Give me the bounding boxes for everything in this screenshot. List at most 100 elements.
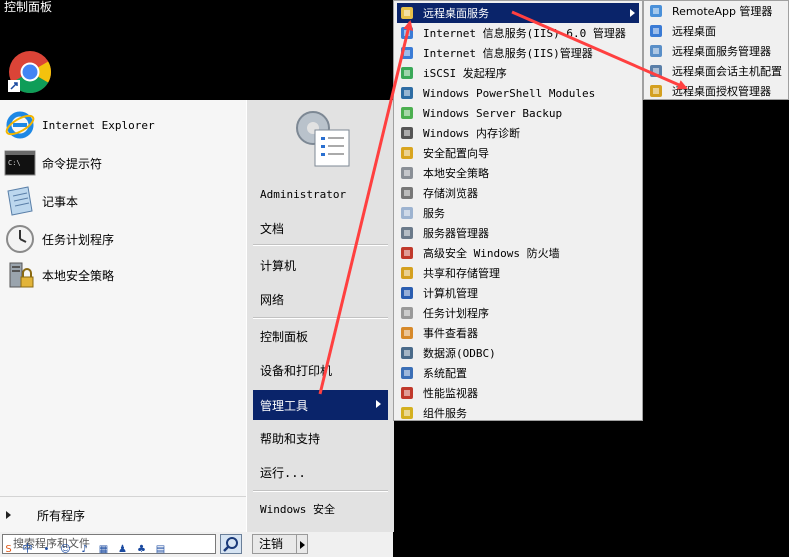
pinned-notepad[interactable]: 记事本: [4, 184, 242, 218]
computer-management-icon: [399, 285, 415, 301]
admin-tools-icon: [291, 104, 355, 168]
ime-skin-icon[interactable]: ♣: [135, 544, 148, 556]
pinned-item-label: 任务计划程序: [42, 232, 115, 247]
rds-item[interactable]: 远程桌面授权管理器: [646, 81, 786, 101]
computer-item[interactable]: 计算机: [253, 251, 388, 279]
admin-tool-label: Windows Server Backup: [423, 106, 563, 120]
ime-tools-icon[interactable]: ▤: [154, 544, 167, 556]
admin-tool-item[interactable]: 共享和存储管理: [397, 263, 639, 283]
admin-tool-label: Internet 信息服务(IIS) 6.0 管理器: [423, 27, 626, 40]
chrome-icon[interactable]: [8, 50, 52, 94]
admin-tool-label: 系统配置: [423, 367, 467, 380]
rds-submenu: RemoteApp 管理器 远程桌面远程桌面服务管理器远程桌面会话主机配置 远程桌面…: [643, 0, 789, 100]
component-services-icon: [399, 405, 415, 421]
admin-tools-label: 管理工具: [260, 398, 309, 413]
rds-item-label: 远程桌面服务管理器: [672, 45, 771, 58]
windows-security-item[interactable]: Windows 安全: [253, 495, 388, 523]
local-security-policy-icon: [399, 165, 415, 181]
admin-tool-item[interactable]: 安全配置向导: [397, 143, 639, 163]
network-item[interactable]: 网络: [253, 285, 388, 313]
rds-item[interactable]: 远程桌面服务管理器: [646, 41, 786, 61]
ime-toolbar: S 中 • ☺ ♪ ▦ ♟ ♣ ▤: [0, 543, 198, 557]
admin-tool-item[interactable]: 远程桌面服务: [397, 3, 639, 23]
admin-tool-label: 组件服务: [423, 407, 467, 420]
iis-icon: [399, 25, 415, 41]
rds-item[interactable]: 远程桌面: [646, 21, 786, 41]
command-prompt-icon: C:\: [4, 147, 36, 179]
admin-tools-item[interactable]: 管理工具: [253, 390, 388, 420]
help-support-item[interactable]: 帮助和支持: [253, 424, 388, 452]
admin-tool-item[interactable]: 服务: [397, 203, 639, 223]
licensing-icon: [648, 83, 664, 99]
arrow-right-icon: [6, 511, 11, 519]
pinned-internet-explorer[interactable]: Internet Explorer: [4, 108, 242, 142]
devices-printers-item[interactable]: 设备和打印机: [253, 356, 388, 384]
user-name-item[interactable]: Administrator: [253, 180, 388, 208]
all-programs-label: 所有程序: [37, 508, 86, 523]
shutdown-options-button[interactable]: [296, 534, 308, 554]
admin-tool-label: 数据源(ODBC): [423, 347, 496, 360]
admin-tool-item[interactable]: 存储浏览器: [397, 183, 639, 203]
storage-icon: [399, 185, 415, 201]
rds-item-label: RemoteApp 管理器: [672, 5, 773, 18]
control-panel-item[interactable]: 控制面板: [253, 322, 388, 350]
run-item[interactable]: 运行...: [253, 458, 388, 486]
documents-item[interactable]: 文档: [253, 214, 388, 242]
pinned-task-scheduler[interactable]: 任务计划程序: [4, 222, 242, 256]
admin-tool-label: Windows 内存诊断: [423, 127, 520, 140]
admin-tool-item[interactable]: 数据源(ODBC): [397, 343, 639, 363]
admin-tool-item[interactable]: 服务器管理器: [397, 223, 639, 243]
pinned-command-prompt[interactable]: C:\ 命令提示符: [4, 146, 242, 180]
separator: [253, 244, 388, 246]
admin-tool-item[interactable]: 事件查看器: [397, 323, 639, 343]
desktop-title: 控制面板: [4, 0, 53, 14]
rds-item-label: 远程桌面: [672, 25, 716, 38]
admin-tool-item[interactable]: 组件服务: [397, 403, 639, 423]
pinned-item-label: Internet Explorer: [42, 118, 155, 132]
admin-tool-item[interactable]: Windows 内存诊断: [397, 123, 639, 143]
admin-tool-label: 性能监视器: [423, 387, 478, 400]
system-config-icon: [399, 365, 415, 381]
pinned-local-security-policy[interactable]: 本地安全策略: [4, 258, 242, 292]
all-programs-button[interactable]: 所有程序: [0, 496, 246, 533]
ime-keyboard-icon[interactable]: ▦: [97, 544, 110, 556]
rds-manager-icon: [648, 43, 664, 59]
admin-tool-item[interactable]: Internet 信息服务(IIS) 6.0 管理器: [397, 23, 639, 43]
rds-item[interactable]: 远程桌面会话主机配置: [646, 61, 786, 81]
admin-tool-item[interactable]: 性能监视器: [397, 383, 639, 403]
ime-logo-icon[interactable]: S: [2, 544, 15, 556]
admin-tool-label: 服务器管理器: [423, 227, 489, 240]
rds-item[interactable]: RemoteApp 管理器: [646, 1, 786, 21]
search-button[interactable]: [220, 534, 242, 554]
pinned-item-label: 命令提示符: [42, 156, 103, 171]
ime-emoji-icon[interactable]: ☺: [59, 544, 72, 556]
share-icon: [399, 265, 415, 281]
ime-user-icon[interactable]: ♟: [116, 544, 129, 556]
ime-chinese-icon[interactable]: 中: [21, 544, 34, 556]
admin-tool-item[interactable]: 高级安全 Windows 防火墙: [397, 243, 639, 263]
admin-tool-label: 存储浏览器: [423, 187, 478, 200]
admin-tool-item[interactable]: Windows PowerShell Modules: [397, 83, 639, 103]
pinned-item-label: 本地安全策略: [42, 268, 115, 283]
admin-tool-item[interactable]: Windows Server Backup: [397, 103, 639, 123]
admin-tool-item[interactable]: 任务计划程序: [397, 303, 639, 323]
admin-tool-item[interactable]: Internet 信息服务(IIS)管理器: [397, 43, 639, 63]
admin-tool-label: 安全配置向导: [423, 147, 489, 160]
admin-tool-item[interactable]: iSCSI 发起程序: [397, 63, 639, 83]
admin-tool-item[interactable]: 本地安全策略: [397, 163, 639, 183]
task-scheduler-icon: [399, 305, 415, 321]
memory-icon: [399, 125, 415, 141]
pinned-item-label: 记事本: [42, 194, 79, 209]
separator: [253, 490, 388, 492]
ime-punctuation-icon[interactable]: •: [40, 544, 53, 556]
admin-tool-label: 高级安全 Windows 防火墙: [423, 247, 560, 260]
start-menu-right-pane: Administrator 文档 计算机 网络 控制面板 设备和打印机 管理工具…: [246, 100, 394, 532]
search-icon: [223, 537, 238, 552]
admin-tool-item[interactable]: 系统配置: [397, 363, 639, 383]
ime-voice-icon[interactable]: ♪: [78, 544, 91, 556]
remote-desktop-icon: [648, 23, 664, 39]
admin-tool-label: Internet 信息服务(IIS)管理器: [423, 47, 593, 60]
admin-tool-label: 远程桌面服务: [423, 7, 489, 20]
separator: [253, 317, 388, 319]
admin-tool-item[interactable]: 计算机管理: [397, 283, 639, 303]
